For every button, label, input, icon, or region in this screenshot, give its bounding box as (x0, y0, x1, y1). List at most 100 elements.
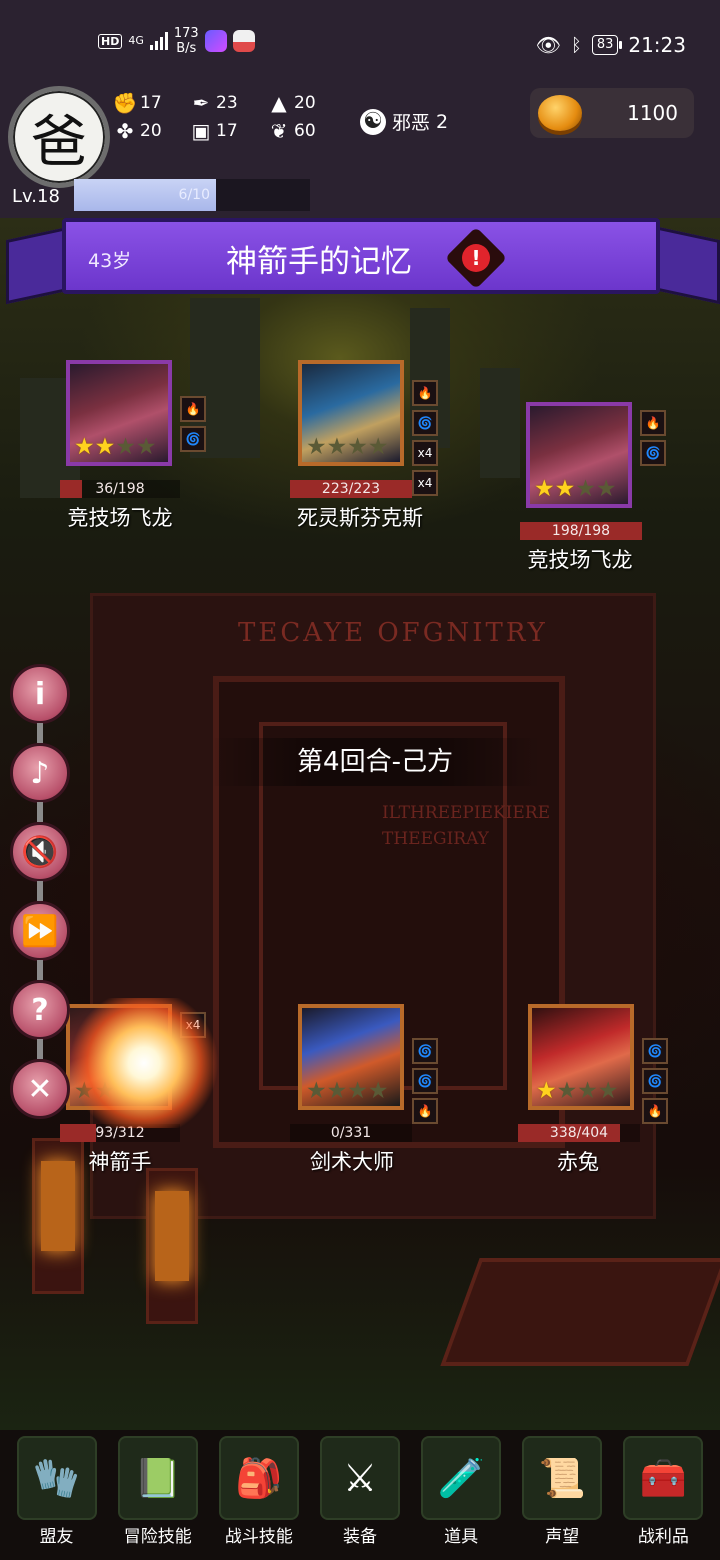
star-empty-icon: ★ (306, 434, 327, 460)
skill-icon[interactable]: 🔥 (642, 1098, 668, 1124)
stat-item: ✒ 23 (190, 91, 268, 115)
wings-icon: ❦ (270, 119, 288, 143)
warning-icon[interactable]: ! (454, 236, 498, 280)
star-empty-icon: ★ (367, 1078, 389, 1104)
skill-icon[interactable]: 🔥 (412, 1098, 438, 1124)
help-button[interactable]: ? (10, 980, 70, 1040)
quill-icon: ✒ (192, 91, 210, 115)
nav-label: 战利品 (637, 1527, 689, 1547)
nav-label: 冒险技能 (123, 1527, 192, 1547)
net-speed-unit: B/s (176, 41, 197, 56)
enemy-portrait[interactable]: ★ ★ ★ ★ (298, 360, 404, 466)
nav-icon[interactable]: 📗 (117, 1436, 198, 1520)
armor-icon: ▣ (191, 119, 211, 143)
help-icon: ? (31, 992, 49, 1028)
stat-item: ❦ 60 (268, 119, 338, 143)
music-off-button[interactable]: ♪ (10, 743, 70, 803)
chain-link (37, 802, 43, 822)
nav-item[interactable]: 🎒 战斗技能 (213, 1436, 305, 1560)
avatar[interactable]: 爸 (8, 86, 110, 188)
stat-value: 17 (140, 93, 162, 113)
star-filled-icon: ★ (554, 476, 576, 502)
skill-icon[interactable]: 🔥 (180, 396, 206, 422)
skill-icon[interactable]: x4 (412, 470, 438, 496)
nav-label: 装备 (342, 1527, 377, 1547)
hp-bar: 223/223 (290, 480, 412, 498)
skill-icons: 🔥 🌀 x4 x4 (412, 380, 438, 496)
skill-icon[interactable]: 🌀 (642, 1038, 668, 1064)
skill-icon[interactable]: 🌀 (412, 410, 438, 436)
gate-plaque-line-1: ILTHREEPIEKIERE (382, 803, 550, 823)
ally-portrait[interactable]: ★★★★ (298, 1004, 404, 1110)
skill-icon[interactable]: 🌀 (640, 440, 666, 466)
nav-icon[interactable]: 🧰 (623, 1436, 704, 1520)
stage-banner: 43岁 神箭手的记忆 ! (62, 218, 660, 294)
stat-value: 23 (216, 93, 238, 113)
ally-name: 剑术大师 (310, 1150, 394, 1174)
sound-off-button[interactable]: 🔇 (10, 822, 70, 882)
gold-coin-icon (538, 95, 582, 131)
yin-yang-icon: ☯ (360, 108, 386, 135)
nav-icon[interactable]: 📜 (522, 1436, 603, 1520)
info-button[interactable]: i (10, 664, 70, 724)
network-type: 4G (128, 34, 144, 47)
gold-counter: 1100 (530, 88, 694, 138)
star-empty-icon: ★ (115, 434, 136, 460)
nav-item[interactable]: 🧰 战利品 (617, 1436, 709, 1560)
skill-icon[interactable]: 🌀 (412, 1068, 438, 1094)
nav-icon[interactable]: 🎒 (218, 1436, 299, 1520)
nav-icon[interactable]: ⚔ (319, 1436, 400, 1520)
info-icon: i (34, 676, 46, 712)
nav-label: 声望 (545, 1527, 580, 1547)
nav-item[interactable]: 📗 冒险技能 (112, 1436, 204, 1560)
star-rating: ★★★★ (306, 1080, 389, 1103)
sound-off-icon: 🔇 (21, 834, 59, 870)
nav-label: 盟友 (39, 1527, 74, 1547)
enemy-portrait[interactable]: ★ ★ ★ ★ (66, 360, 172, 466)
notes-app-icon (232, 30, 255, 52)
skill-icons: 🔥 🌀 (640, 410, 666, 466)
skill-icons: 🌀 🌀 🔥 (412, 1038, 438, 1124)
alignment-value: 2 (436, 110, 449, 133)
hp-bar: 198/198 (520, 522, 642, 540)
nav-icon[interactable]: 🧤 (16, 1436, 97, 1520)
hp-bar: 0/331 (290, 1124, 412, 1142)
clover-icon: ✤ (116, 119, 134, 143)
stat-value: 20 (140, 121, 162, 141)
enemy-portrait[interactable]: ★ ★ ★ ★ (526, 402, 632, 508)
nav-item[interactable]: ⚔ 装备 (314, 1436, 406, 1560)
skill-icon[interactable]: 🌀 (412, 1038, 438, 1064)
star-empty-icon: ★ (577, 1078, 598, 1104)
fast-forward-icon: ⏩ (21, 913, 59, 949)
stat-item: ▲ 20 (268, 91, 338, 115)
skill-icons: 🌀 🌀 🔥 (642, 1038, 668, 1124)
nav-item[interactable]: 📜 声望 (516, 1436, 608, 1560)
age-label: 43岁 (88, 250, 132, 272)
star-filled-icon: ★ (534, 476, 555, 502)
star-empty-icon: ★ (347, 1078, 368, 1104)
nav-icon[interactable]: 🧪 (421, 1436, 502, 1520)
fast-forward-button[interactable]: ⏩ (10, 901, 70, 961)
chain-link (37, 1039, 43, 1059)
skill-icon[interactable]: x4 (412, 440, 438, 466)
star-empty-icon: ★ (575, 476, 596, 502)
skill-icon[interactable]: 🌀 (180, 426, 206, 452)
gate-plaque: ILTHREEPIEKIERE THEEGIRAY (382, 800, 550, 852)
skill-icon[interactable]: 🌀 (642, 1068, 668, 1094)
hp-bar: 36/198 (60, 480, 180, 498)
skill-icon[interactable]: 🔥 (640, 410, 666, 436)
chain-link (37, 960, 43, 980)
clock: 21:23 (628, 33, 686, 57)
nav-item[interactable]: 🧤 盟友 (11, 1436, 103, 1560)
status-bar: HD 4G 173 B/s 👁 ᛒ 83 21:23 (0, 0, 720, 80)
gold-value: 1100 (627, 101, 678, 125)
player-hud: 爸 ✊ 17 ✒ 23 ▲ 20 ✤ 20 ▣ 17 ❦ 60 ☯ 邪恶 2 1100 Lv.18 6… (0, 80, 720, 218)
nav-item[interactable]: 🧪 道具 (415, 1436, 507, 1560)
gate-plaque-line-2: THEEGIRAY (382, 829, 489, 849)
star-empty-icon: ★ (326, 434, 348, 460)
ally-portrait[interactable]: ★★★★ (528, 1004, 634, 1110)
close-button[interactable]: ✕ (10, 1059, 70, 1119)
skill-icon[interactable]: 🔥 (412, 380, 438, 406)
star-empty-icon: ★ (347, 434, 368, 460)
close-icon: ✕ (27, 1071, 53, 1107)
